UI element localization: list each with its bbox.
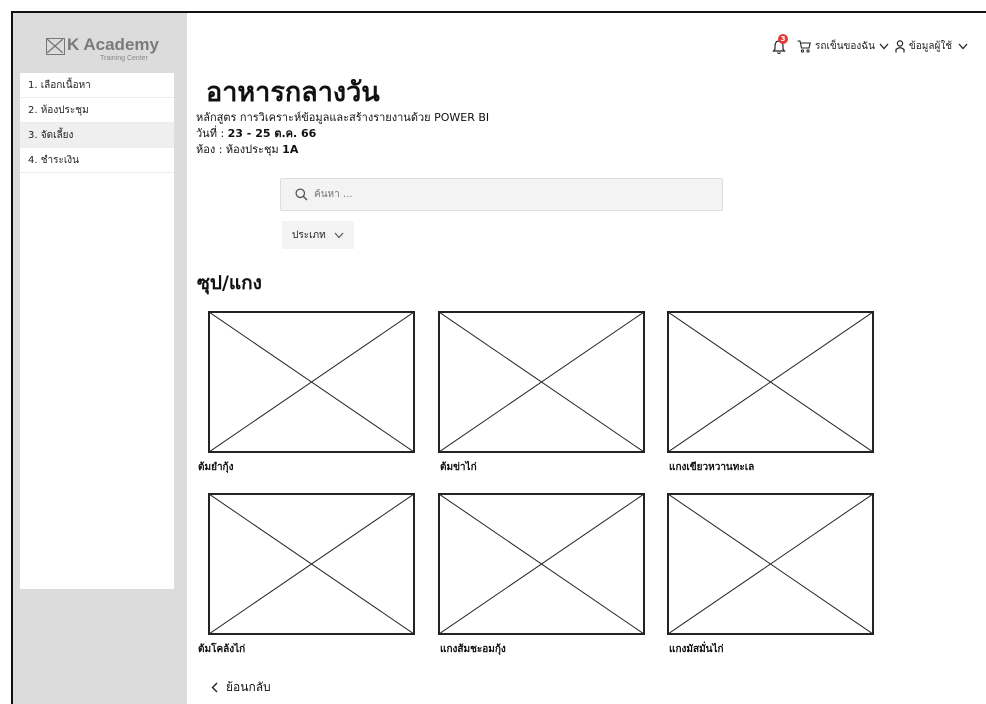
sidebar-menu: 1. เลือกเนื้อหา 2. ห้องประชุม 3. จัดเลี้…	[20, 73, 174, 589]
menu-card[interactable]: ต้มโคล้งไก่	[198, 493, 415, 655]
date-line: วันที่ : 23 - 25 ต.ค. 66	[196, 126, 489, 142]
back-button[interactable]: ย้อนกลับ	[211, 678, 271, 697]
section-title: ซุป/แกง	[197, 272, 262, 294]
cart-icon	[797, 39, 811, 53]
search-bar[interactable]	[280, 178, 723, 211]
menu-card-label: ต้มโคล้งไก่	[198, 644, 246, 655]
brand-title: K Academy	[67, 35, 159, 54]
logo[interactable]: K Academy Training Center	[46, 35, 166, 75]
room-line: ห้อง : ห้องประชุม 1A	[196, 142, 489, 158]
image-placeholder	[438, 493, 645, 635]
notification-button[interactable]: 3	[772, 34, 789, 55]
user-icon	[895, 39, 905, 52]
menu-card[interactable]: ต้มยำกุ้ง	[198, 311, 415, 473]
x-box-logo-icon	[46, 38, 65, 55]
sidebar-item-select-content[interactable]: 1. เลือกเนื้อหา	[20, 73, 174, 98]
menu-card[interactable]: แกงมัสมั่นไก่	[667, 493, 874, 655]
user-label: ข้อมูลผู้ใช้	[908, 40, 952, 52]
menu-card-label: ต้มข่าไก่	[440, 462, 477, 473]
sidebar-item-label: 2. ห้องประชุม	[28, 104, 89, 116]
back-label: ย้อนกลับ	[226, 680, 271, 694]
menu-card[interactable]: แกงส้มชะอมกุ้ง	[438, 493, 645, 655]
menu-card-label: แกงมัสมั่นไก่	[669, 644, 724, 655]
image-placeholder	[667, 493, 874, 635]
sidebar-item-catering[interactable]: 3. จัดเลี้ยง	[20, 123, 174, 148]
image-placeholder	[208, 311, 415, 453]
course-line: หลักสูตร การวิเคราะห์ข้อมูลและสร้างรายงา…	[196, 111, 490, 124]
sidebar-item-payment[interactable]: 4. ชำระเงิน	[20, 148, 174, 173]
room-value: 1A	[282, 143, 299, 156]
chevron-down-icon	[334, 232, 344, 238]
sidebar-item-label: 1. เลือกเนื้อหา	[28, 79, 91, 91]
header-actions: 3 รถเข็นของฉัน ข้อมูลผู้ใช้	[772, 34, 974, 56]
image-placeholder	[667, 311, 874, 453]
page-title: อาหารกลางวัน	[206, 77, 380, 108]
cart-button[interactable]: รถเข็นของฉัน	[797, 39, 889, 54]
chevron-down-icon	[879, 43, 889, 49]
image-placeholder	[438, 311, 645, 453]
booking-info: หลักสูตร การวิเคราะห์ข้อมูลและสร้างรายงา…	[196, 110, 489, 158]
room-prefix: ห้อง : ห้องประชุม	[196, 143, 283, 156]
menu-card[interactable]: แกงเขียวหวานทะเล	[667, 311, 874, 473]
sidebar-item-meeting-room[interactable]: 2. ห้องประชุม	[20, 98, 174, 123]
chevron-down-icon	[958, 43, 968, 49]
chevron-left-icon	[211, 682, 218, 693]
sidebar-item-label: 4. ชำระเงิน	[28, 154, 80, 166]
menu-card[interactable]: ต้มข่าไก่	[438, 311, 645, 473]
image-placeholder	[208, 493, 415, 635]
menu-card-label: แกงส้มชะอมกุ้ง	[440, 644, 506, 655]
search-input[interactable]	[314, 189, 694, 200]
date-prefix: วันที่ :	[196, 127, 228, 140]
category-dropdown[interactable]: ประเภท	[282, 221, 354, 249]
brand-subtitle: Training Center	[100, 55, 148, 62]
sidebar-item-label: 3. จัดเลี้ยง	[28, 129, 74, 141]
user-menu-button[interactable]: ข้อมูลผู้ใช้	[895, 39, 968, 54]
notification-badge: 3	[778, 34, 789, 44]
cart-label: รถเข็นของฉัน	[815, 40, 875, 52]
search-icon	[295, 188, 308, 201]
date-value: 23 - 25 ต.ค. 66	[227, 127, 317, 140]
category-label: ประเภท	[292, 229, 326, 241]
menu-card-label: แกงเขียวหวานทะเล	[669, 462, 755, 473]
menu-card-label: ต้มยำกุ้ง	[198, 462, 234, 473]
